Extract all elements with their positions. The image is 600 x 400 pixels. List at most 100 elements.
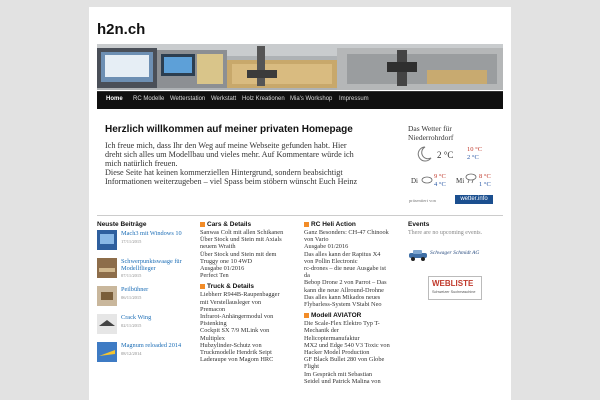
feed-item[interactable]: Über Stock und Stein mit Axials [200,236,300,243]
nav-item-rc-modelle[interactable]: RC Modelle [133,96,164,102]
forecast-high: 9 °C [434,173,446,180]
weather-widget: Das Wetter für Niederrohrdorf 2 °C 10 °C… [405,124,505,210]
rss-feed-icon [200,284,205,290]
nav-item-wetterstation[interactable]: Wetterstation [170,96,205,102]
feed-item[interactable]: Die Scale-Flex Elektro Typ T- [304,320,404,327]
nav-item-home[interactable]: Home [106,96,123,102]
current-low: 2 °C [467,154,479,161]
rss-feed-icon [304,221,309,227]
welcome-text-line: Diese Seite hat keinen kommerziellen Hin… [105,168,343,177]
feed-item[interactable]: Bebop Drone 2 von Parrot – Das [304,279,404,286]
feed-item[interactable]: Helicoptermanufaktur [304,335,404,342]
nav-item-werkstatt[interactable]: Werkstatt [211,96,236,102]
feed-item[interactable]: Pistenking [200,320,300,327]
rss-feed-icon [200,221,205,227]
feed-item[interactable]: Hubzylinder-Schutz von [200,342,300,349]
post-title-continued[interactable]: Modellflieger [121,265,156,272]
wetter-info-logo[interactable]: wetter.info [455,195,493,204]
feed-item[interactable]: Premacon [200,306,300,313]
post-title[interactable]: Mach3 mit Windows 10 [121,230,182,237]
feed-item[interactable]: Ausgabe 01/2016 [200,265,300,272]
post-thumbnail [97,258,117,278]
feed-item[interactable]: mit Verstellausleger von [200,299,300,306]
feed-item[interactable]: neuem Wraith [200,243,300,250]
feed-item[interactable]: Seidel und Patrick Malina von [304,378,404,385]
list-item[interactable]: Schwerpunktswaage für Modellflieger 07/1… [97,258,197,282]
forecast-day: Mi [456,177,465,185]
divider [97,215,503,216]
feed-item[interactable]: Truckmodelle Hendrik Seipt [200,349,300,356]
list-item[interactable]: Mach3 mit Windows 10 17/11/2015 [97,230,197,254]
sponsor-logo[interactable]: Schwager Schmidt AG [408,244,494,266]
feed-item[interactable]: Infrarot-Anhängermodul von [200,313,300,320]
current-high: 10 °C [467,146,483,153]
feed-item[interactable]: Laderaupe von Magom HRC [200,356,300,363]
feed-item[interactable]: Cockpit SX 7/9 MLink von [200,327,300,334]
feed-item[interactable]: da [304,272,404,279]
post-title[interactable]: Magnum reloaded 2014 [121,342,181,349]
nav-item-mias-workshop[interactable]: Mia's Workshop [290,96,332,102]
list-item[interactable]: Peilbühner 06/11/2015 [97,286,197,310]
truck-details-title[interactable]: Truck & Details [207,283,254,290]
header-image [97,44,503,90]
rain-icon [465,173,477,184]
feed-item[interactable]: Truggy one 10 4WD [200,258,300,265]
welcome-text-line: dreht sich alles um Modellbau und vieles… [105,150,354,159]
post-title[interactable]: Peilbühner [121,286,148,293]
feed-item[interactable]: Perfect Ten [200,272,300,279]
list-item[interactable]: Magnum reloaded 2014 08/12/2014 [97,342,197,366]
feed-item[interactable]: Das alles kann der Rapitus X4 [304,251,404,258]
post-date: 07/11/2015 [121,273,142,278]
feed-item[interactable]: Ganz Besonders: CH-47 Chinook [304,229,404,236]
sponsor-logo-text: Schwager Schmidt AG [430,250,480,256]
post-date: 02/11/2015 [121,323,142,328]
events-empty-text: There are no upcoming events. [408,230,483,236]
modell-aviator-title[interactable]: Modell AVIATOR [311,312,361,319]
feed-item[interactable]: Im Gespräch mit Sebastian [304,371,404,378]
nav-item-holz-kreationen[interactable]: Holz Kreationen [242,96,285,102]
post-thumbnail [97,230,117,250]
webliste-title: WEBLISTE [432,279,474,288]
cars-details-title[interactable]: Cars & Details [207,221,251,228]
forecast-low: 1 °C [479,181,491,188]
post-date: 17/11/2015 [121,239,142,244]
welcome-text-line: Informationen weiterzugeben – viel Spass… [105,177,358,186]
feed-item[interactable]: Ausgabe 01/2016 [304,243,404,250]
feed-item[interactable]: von Vario [304,236,404,243]
feed-item[interactable]: von Pollin Electronic [304,258,404,265]
feed-item[interactable]: kann die neue Allround-Drohne [304,287,404,294]
feed-item[interactable]: rc-drones – die neue Ausgabe ist [304,265,404,272]
weather-title: Das Wetter für [408,124,452,133]
moon-icon [417,146,432,162]
forecast-low: 4 °C [434,181,446,188]
feed-item[interactable]: Flybarless-System VStabi Neo [304,301,404,308]
nav-item-impressum[interactable]: Impressum [339,96,369,102]
list-item[interactable]: Crack Wing 02/11/2015 [97,314,197,338]
webliste-badge[interactable]: WEBLISTE Schweizer Suchmaschine [428,276,482,300]
feed-item[interactable]: MX2 und Edge 540 V3 Toxic von [304,342,404,349]
feed-item[interactable]: Hacker Model Production [304,349,404,356]
welcome-heading: Herzlich willkommen auf meiner privaten … [105,124,353,135]
feed-item[interactable]: Multiplex [200,335,300,342]
feed-item[interactable]: Über Stock und Stein mit dem [200,251,300,258]
feed-item[interactable]: Liebherr R944B-Raupenbagger [200,291,300,298]
feed-item[interactable]: Mechanik der [304,327,404,334]
post-thumbnail [97,286,117,306]
feed-item[interactable]: Flight [304,363,404,370]
recent-posts-title: Neuste Beiträge [97,221,147,228]
cloud-icon [421,176,433,184]
rc-heli-title[interactable]: RC Heli Action [311,221,356,228]
welcome-text-line: mich natürlich freuen. [105,159,178,168]
current-temperature: 2 °C [437,150,454,160]
page-container: h2n.ch Home RC Modelle Wetterstation Wer… [89,7,511,400]
webliste-subtitle: Schweizer Suchmaschine [432,290,476,294]
rss-feed-icon [304,313,309,319]
feed-item[interactable]: Das alles kann Mikados neues [304,294,404,301]
post-title[interactable]: Crack Wing [121,314,151,321]
feed-item[interactable]: Sanwas Colt mit allen Schikanen [200,229,300,236]
feed-item[interactable]: GF Black Bullet 280 von Globe [304,356,404,363]
post-title[interactable]: Schwerpunktswaage für [121,258,182,265]
weather-location: Niederrohrdorf [408,133,454,142]
site-title[interactable]: h2n.ch [97,21,145,38]
post-thumbnail [97,314,117,334]
